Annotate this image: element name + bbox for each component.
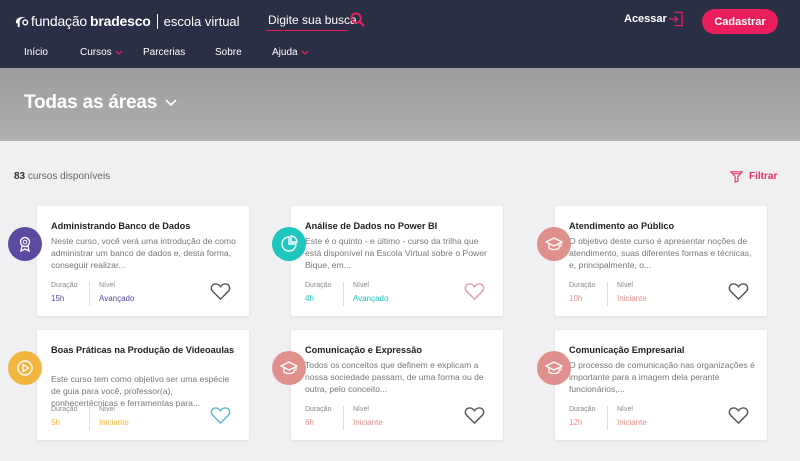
duration-value: 4h <box>305 294 314 303</box>
course-description: O objetivo deste curso é apresentar noçõ… <box>569 236 752 271</box>
nav-item-label: Ajuda <box>272 47 298 58</box>
level-label: Nível <box>99 406 115 413</box>
level-label: Nível <box>353 406 369 413</box>
register-button[interactable]: Cadastrar <box>702 9 778 34</box>
course-description: Este curso tem como objetivo ser uma esp… <box>51 374 230 409</box>
level-label: Nível <box>617 406 633 413</box>
course-title[interactable]: Atendimento ao Público <box>569 220 755 233</box>
level-value: Iniciante <box>617 294 647 303</box>
graduation-cap-icon <box>272 351 306 385</box>
meta-divider <box>343 406 344 430</box>
level-label: Nível <box>353 282 369 289</box>
meta-divider <box>343 282 344 306</box>
course-description: Neste curso, você verá uma introdução de… <box>51 236 236 271</box>
area-selector[interactable]: Todas as áreas <box>24 92 177 114</box>
brand-name-part2: bradesco <box>90 13 151 29</box>
duration-value: 10h <box>569 294 583 303</box>
meta-divider <box>89 406 90 430</box>
graduation-cap-icon <box>537 227 571 261</box>
favorite-heart-icon[interactable] <box>728 406 749 425</box>
duration-label: Duração <box>305 282 332 289</box>
level-label: Nível <box>99 282 115 289</box>
favorite-heart-icon[interactable] <box>464 406 485 425</box>
meta-divider <box>89 282 90 306</box>
search-underline <box>266 30 348 31</box>
nav-item-cursos[interactable]: Cursos <box>80 47 123 58</box>
course-title[interactable]: Comunicação e Expressão <box>305 344 491 357</box>
filter-label: Filtrar <box>749 171 778 182</box>
pie-chart-icon <box>272 227 306 261</box>
nav-item-ajuda[interactable]: Ajuda <box>272 47 309 58</box>
nav-item-label: Início <box>24 47 48 58</box>
graduation-cap-icon <box>537 351 571 385</box>
duration-label: Duração <box>569 282 596 289</box>
chevron-down-icon <box>115 50 123 55</box>
filter-button[interactable]: Filtrar <box>730 170 777 183</box>
login-icon[interactable] <box>668 10 685 28</box>
area-banner: Todas as áreas <box>0 68 800 141</box>
top-header: fundação bradesco escola virtual Digite … <box>0 0 800 68</box>
level-value: Avançado <box>353 294 389 303</box>
brand-logo[interactable]: fundação bradesco escola virtual <box>14 10 240 32</box>
logo-divider <box>156 13 158 29</box>
course-card[interactable]: Análise de Dados no Power BI Este é o qui… <box>291 206 503 316</box>
course-title[interactable]: Comunicação Empresarial <box>569 344 755 357</box>
nav-item-label: Sobre <box>215 47 242 58</box>
duration-value: 12h <box>569 418 583 427</box>
duration-value: 6h <box>305 418 314 427</box>
duration-value: 15h <box>51 294 65 303</box>
play-icon <box>8 351 42 385</box>
level-value: Iniciante <box>617 418 647 427</box>
search-input[interactable]: Digite sua busca <box>266 12 362 31</box>
course-card[interactable]: Administrando Banco de Dados Neste curso,… <box>37 206 249 316</box>
duration-value: 5h <box>51 418 60 427</box>
level-value: Iniciante <box>353 418 383 427</box>
course-card[interactable]: Atendimento ao Público O objetivo deste c… <box>555 206 767 316</box>
course-title[interactable]: Análise de Dados no Power BI <box>305 220 491 233</box>
favorite-heart-icon[interactable] <box>464 282 485 301</box>
favorite-heart-icon[interactable] <box>210 406 231 425</box>
course-description: Todos os conceitos que definem e explica… <box>305 360 484 395</box>
meta-divider <box>607 406 608 430</box>
duration-label: Duração <box>305 406 332 413</box>
duration-label: Duração <box>51 282 78 289</box>
course-card[interactable]: Comunicação Empresarial O processo de com… <box>555 330 767 440</box>
course-card[interactable]: Comunicação e Expressão Todos os conceito… <box>291 330 503 440</box>
search-placeholder: Digite sua busca <box>268 13 357 27</box>
search-icon[interactable] <box>350 12 365 27</box>
course-title[interactable]: Boas Práticas na Produção de Videoaulas <box>51 344 237 357</box>
results-count-label: cursos disponíveis <box>27 171 111 182</box>
page-title: Todas as áreas <box>24 92 158 113</box>
course-description: O processo de comunicação nas organizaçõ… <box>569 360 755 395</box>
nav-item-inicio[interactable]: Início <box>24 47 48 58</box>
brand-subtitle: escola virtual <box>163 13 240 29</box>
course-title[interactable]: Administrando Banco de Dados <box>51 220 237 233</box>
chevron-down-icon <box>301 50 309 55</box>
favorite-heart-icon[interactable] <box>210 282 231 301</box>
nav-item-label: Cursos <box>80 47 112 58</box>
level-value: Avançado <box>99 294 135 303</box>
duration-label: Duração <box>51 406 78 413</box>
nav-item-label: Parcerias <box>143 47 186 58</box>
chevron-down-icon <box>165 99 177 107</box>
duration-label: Duração <box>569 406 596 413</box>
login-link[interactable]: Acessar <box>624 13 667 25</box>
course-description: Este é o quinto - e último - curso da tr… <box>305 236 487 271</box>
results-count-number: 83 <box>14 171 26 182</box>
results-count: 83 cursos disponíveis <box>14 171 110 182</box>
nav-item-sobre[interactable]: Sobre <box>215 47 242 58</box>
nav-item-parcerias[interactable]: Parcerias <box>143 47 185 58</box>
favorite-heart-icon[interactable] <box>728 282 749 301</box>
brand-name-part1: fundação <box>31 13 88 29</box>
logo-mark-icon <box>15 16 29 27</box>
level-value: Iniciante <box>99 418 129 427</box>
medal-icon <box>8 227 42 261</box>
meta-divider <box>607 282 608 306</box>
course-card[interactable]: Boas Práticas na Produção de Videoaulas E… <box>37 330 249 440</box>
filter-icon <box>730 171 743 183</box>
level-label: Nível <box>617 282 633 289</box>
